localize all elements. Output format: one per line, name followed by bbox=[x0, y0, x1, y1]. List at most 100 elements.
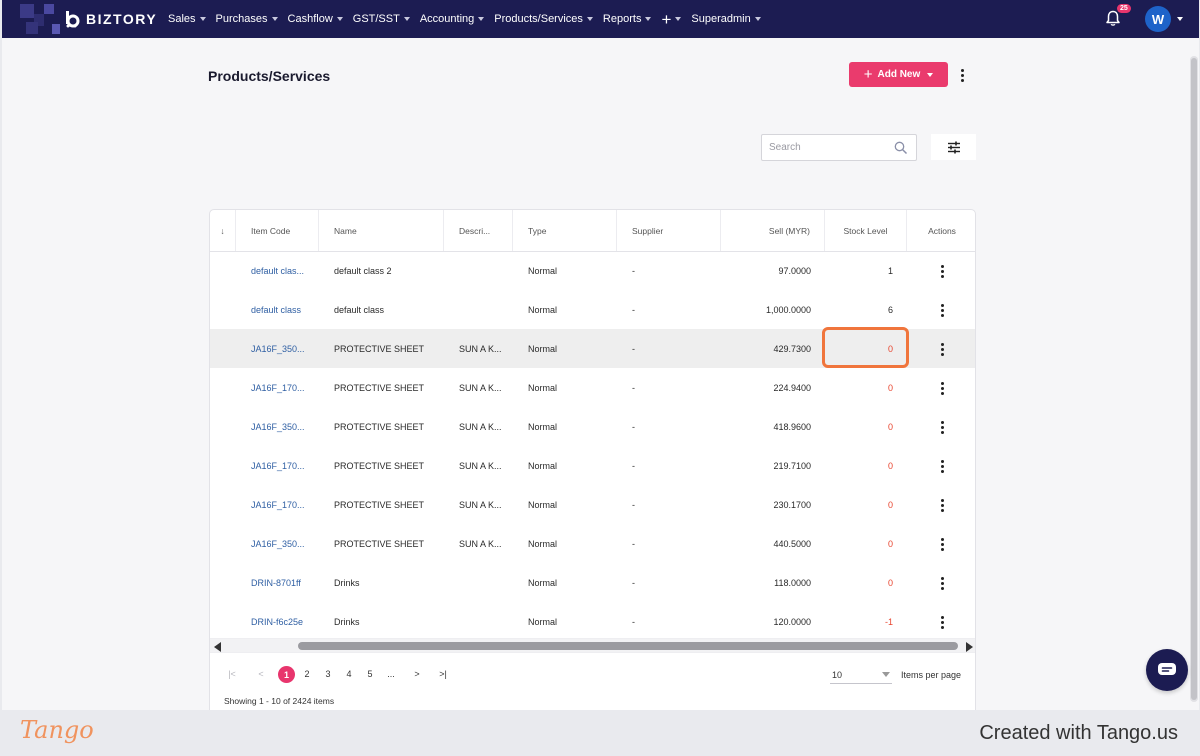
item-code-cell[interactable]: JA16F_170... bbox=[251, 368, 317, 407]
more-options-icon[interactable] bbox=[957, 66, 967, 84]
page-4-button[interactable]: 4 bbox=[343, 666, 355, 682]
table-row[interactable]: default clas... default class 2 Normal -… bbox=[210, 251, 975, 290]
caret-down-icon bbox=[478, 17, 485, 21]
name-cell: default class bbox=[334, 304, 385, 315]
table-row[interactable]: JA16F_170... PROTECTIVE SHEET SUN A K...… bbox=[210, 446, 975, 485]
nav-superadmin[interactable]: Superadmin bbox=[691, 13, 761, 25]
table-row[interactable]: JA16F_350... PROTECTIVE SHEET SUN A K...… bbox=[210, 407, 975, 446]
page-1-button[interactable]: 1 bbox=[278, 666, 295, 683]
row-actions-icon[interactable] bbox=[938, 342, 946, 356]
scroll-left-arrow-icon[interactable] bbox=[214, 642, 221, 652]
supplier-cell: - bbox=[632, 460, 635, 471]
table-row[interactable]: JA16F_350... PROTECTIVE SHEET SUN A K...… bbox=[210, 524, 975, 563]
item-code-cell[interactable]: default class bbox=[251, 290, 317, 329]
page-2-button[interactable]: 2 bbox=[301, 666, 313, 682]
nav-gst-sst[interactable]: GST/SST bbox=[353, 13, 410, 25]
column-header-type[interactable]: Type bbox=[513, 210, 617, 251]
column-header-description[interactable]: Descri... bbox=[444, 210, 513, 251]
nav-purchases[interactable]: Purchases bbox=[216, 13, 278, 25]
add-new-button[interactable]: + Add New bbox=[849, 62, 948, 87]
nav-quick-add[interactable]: + bbox=[661, 9, 682, 29]
caret-down-icon bbox=[199, 17, 206, 21]
column-header-stock-level[interactable]: Stock Level bbox=[825, 210, 907, 251]
chat-support-button[interactable] bbox=[1146, 649, 1188, 691]
item-code-cell[interactable]: JA16F_170... bbox=[251, 446, 317, 485]
table-row[interactable]: JA16F_170... PROTECTIVE SHEET SUN A K...… bbox=[210, 368, 975, 407]
item-code-cell[interactable]: JA16F_350... bbox=[251, 524, 317, 563]
more-pages-button[interactable]: ... bbox=[383, 666, 399, 682]
stock-level-cell: 0 bbox=[887, 460, 893, 471]
column-header-sell[interactable]: Sell (MYR) bbox=[721, 210, 825, 251]
search-icon[interactable] bbox=[894, 141, 908, 155]
plus-icon: + bbox=[661, 9, 672, 29]
type-cell: Normal bbox=[528, 616, 558, 627]
previous-page-icon[interactable]: < bbox=[254, 666, 268, 682]
name-cell: PROTECTIVE SHEET bbox=[334, 538, 425, 549]
description-cell: SUN A K... bbox=[459, 382, 502, 393]
item-code-cell[interactable]: JA16F_350... bbox=[251, 407, 317, 446]
description-cell: SUN A K... bbox=[459, 538, 502, 549]
item-code-cell[interactable]: default clas... bbox=[251, 251, 317, 290]
nav-accounting[interactable]: Accounting bbox=[420, 13, 485, 25]
main-nav-menu: Sales Purchases Cashflow GST/SST Account… bbox=[168, 11, 771, 28]
item-code-cell[interactable]: JA16F_350... bbox=[251, 329, 317, 368]
table-horizontal-scrollbar[interactable] bbox=[210, 638, 975, 653]
row-actions-icon[interactable] bbox=[938, 264, 946, 278]
table-row[interactable]: default class default class Normal - 1,0… bbox=[210, 290, 975, 329]
dropdown-caret-icon bbox=[882, 672, 890, 677]
chevron-down-icon bbox=[927, 72, 934, 77]
column-header-name[interactable]: Name bbox=[319, 210, 444, 251]
next-page-icon[interactable]: > bbox=[411, 666, 423, 682]
page-3-button[interactable]: 3 bbox=[322, 666, 334, 682]
scroll-right-arrow-icon[interactable] bbox=[966, 642, 973, 652]
supplier-cell: - bbox=[632, 343, 635, 354]
table-row[interactable]: DRIN-f6c25e Drinks Normal - 120.0000 -1 bbox=[210, 602, 975, 641]
user-avatar[interactable]: W bbox=[1145, 6, 1171, 32]
column-header-item-code[interactable]: Item Code bbox=[236, 210, 319, 251]
row-actions-icon[interactable] bbox=[938, 537, 946, 551]
table-row[interactable]: JA16F_170... PROTECTIVE SHEET SUN A K...… bbox=[210, 485, 975, 524]
nav-sales[interactable]: Sales bbox=[168, 13, 206, 25]
name-cell: PROTECTIVE SHEET bbox=[334, 499, 425, 510]
first-page-icon[interactable]: |< bbox=[225, 666, 239, 682]
type-cell: Normal bbox=[528, 382, 558, 393]
row-actions-icon[interactable] bbox=[938, 459, 946, 473]
page-title: Products/Services bbox=[208, 68, 331, 84]
table-row[interactable]: DRIN-8701ff Drinks Normal - 118.0000 0 bbox=[210, 563, 975, 602]
item-code-cell[interactable]: DRIN-f6c25e bbox=[251, 602, 317, 641]
notifications-button[interactable]: 25 bbox=[1105, 4, 1131, 28]
description-cell bbox=[459, 251, 511, 290]
page-scrollbar-thumb[interactable] bbox=[1191, 58, 1197, 700]
description-cell bbox=[459, 602, 511, 641]
stock-level-cell: 6 bbox=[887, 304, 893, 315]
row-actions-icon[interactable] bbox=[938, 381, 946, 395]
horizontal-scrollbar-thumb[interactable] bbox=[298, 642, 958, 650]
nav-label: Cashflow bbox=[287, 13, 333, 25]
items-per-page-select[interactable]: 10 bbox=[830, 666, 892, 684]
brand-logo[interactable]: BIZTORY bbox=[2, 0, 162, 38]
highlighted-stock-level-outline bbox=[822, 327, 909, 368]
row-actions-icon[interactable] bbox=[938, 498, 946, 512]
items-per-page-value: 10 bbox=[832, 669, 843, 680]
page-5-button[interactable]: 5 bbox=[364, 666, 376, 682]
row-actions-icon[interactable] bbox=[938, 576, 946, 590]
chat-icon bbox=[1158, 663, 1176, 675]
last-page-icon[interactable]: >| bbox=[436, 666, 450, 682]
item-code-cell[interactable]: DRIN-8701ff bbox=[251, 563, 317, 602]
row-actions-icon[interactable] bbox=[938, 303, 946, 317]
description-cell bbox=[459, 290, 511, 329]
search-input[interactable] bbox=[769, 142, 889, 153]
row-actions-icon[interactable] bbox=[938, 420, 946, 434]
nav-cashflow[interactable]: Cashflow bbox=[288, 13, 343, 25]
chevron-down-icon[interactable] bbox=[1177, 17, 1183, 21]
type-cell: Normal bbox=[528, 304, 558, 315]
nav-reports[interactable]: Reports bbox=[603, 13, 652, 25]
products-table-card: ↓ Item Code Name Descri... Type Supplier… bbox=[209, 209, 976, 710]
item-code-cell[interactable]: JA16F_170... bbox=[251, 485, 317, 524]
sort-column-header[interactable]: ↓ bbox=[210, 210, 236, 251]
filter-settings-button[interactable] bbox=[931, 134, 976, 160]
nav-products-services[interactable]: Products/Services bbox=[494, 13, 593, 25]
page-scrollbar[interactable] bbox=[1190, 56, 1198, 702]
column-header-supplier[interactable]: Supplier bbox=[617, 210, 721, 251]
row-actions-icon[interactable] bbox=[938, 615, 946, 629]
